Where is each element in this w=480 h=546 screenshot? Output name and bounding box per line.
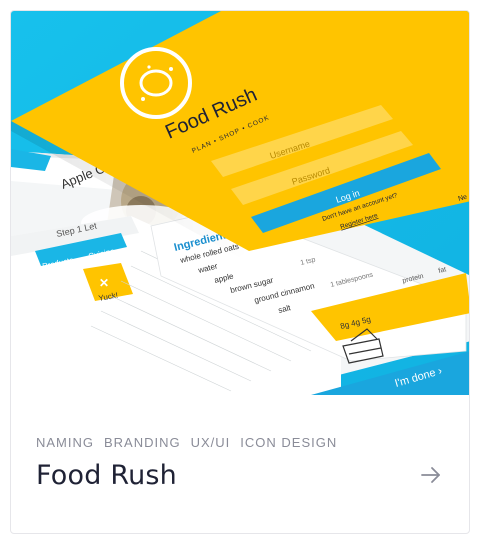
- project-card[interactable]: Apple C Products Cuisine Step 1 Let ✕ Yu…: [10, 10, 470, 534]
- project-title[interactable]: Food Rush: [36, 460, 177, 491]
- project-thumbnail[interactable]: Apple C Products Cuisine Step 1 Let ✕ Yu…: [11, 11, 469, 395]
- tag[interactable]: ICON DESIGN: [240, 435, 337, 450]
- tag[interactable]: BRANDING: [104, 435, 181, 450]
- tag[interactable]: UX/UI: [191, 435, 231, 450]
- tag[interactable]: NAMING: [36, 435, 94, 450]
- project-tags: NAMING BRANDING UX/UI ICON DESIGN: [36, 435, 337, 450]
- mockup-illustration: Apple C Products Cuisine Step 1 Let ✕ Yu…: [11, 11, 469, 395]
- arrow-right-icon[interactable]: [419, 463, 443, 487]
- yuck-x: ✕: [99, 276, 109, 290]
